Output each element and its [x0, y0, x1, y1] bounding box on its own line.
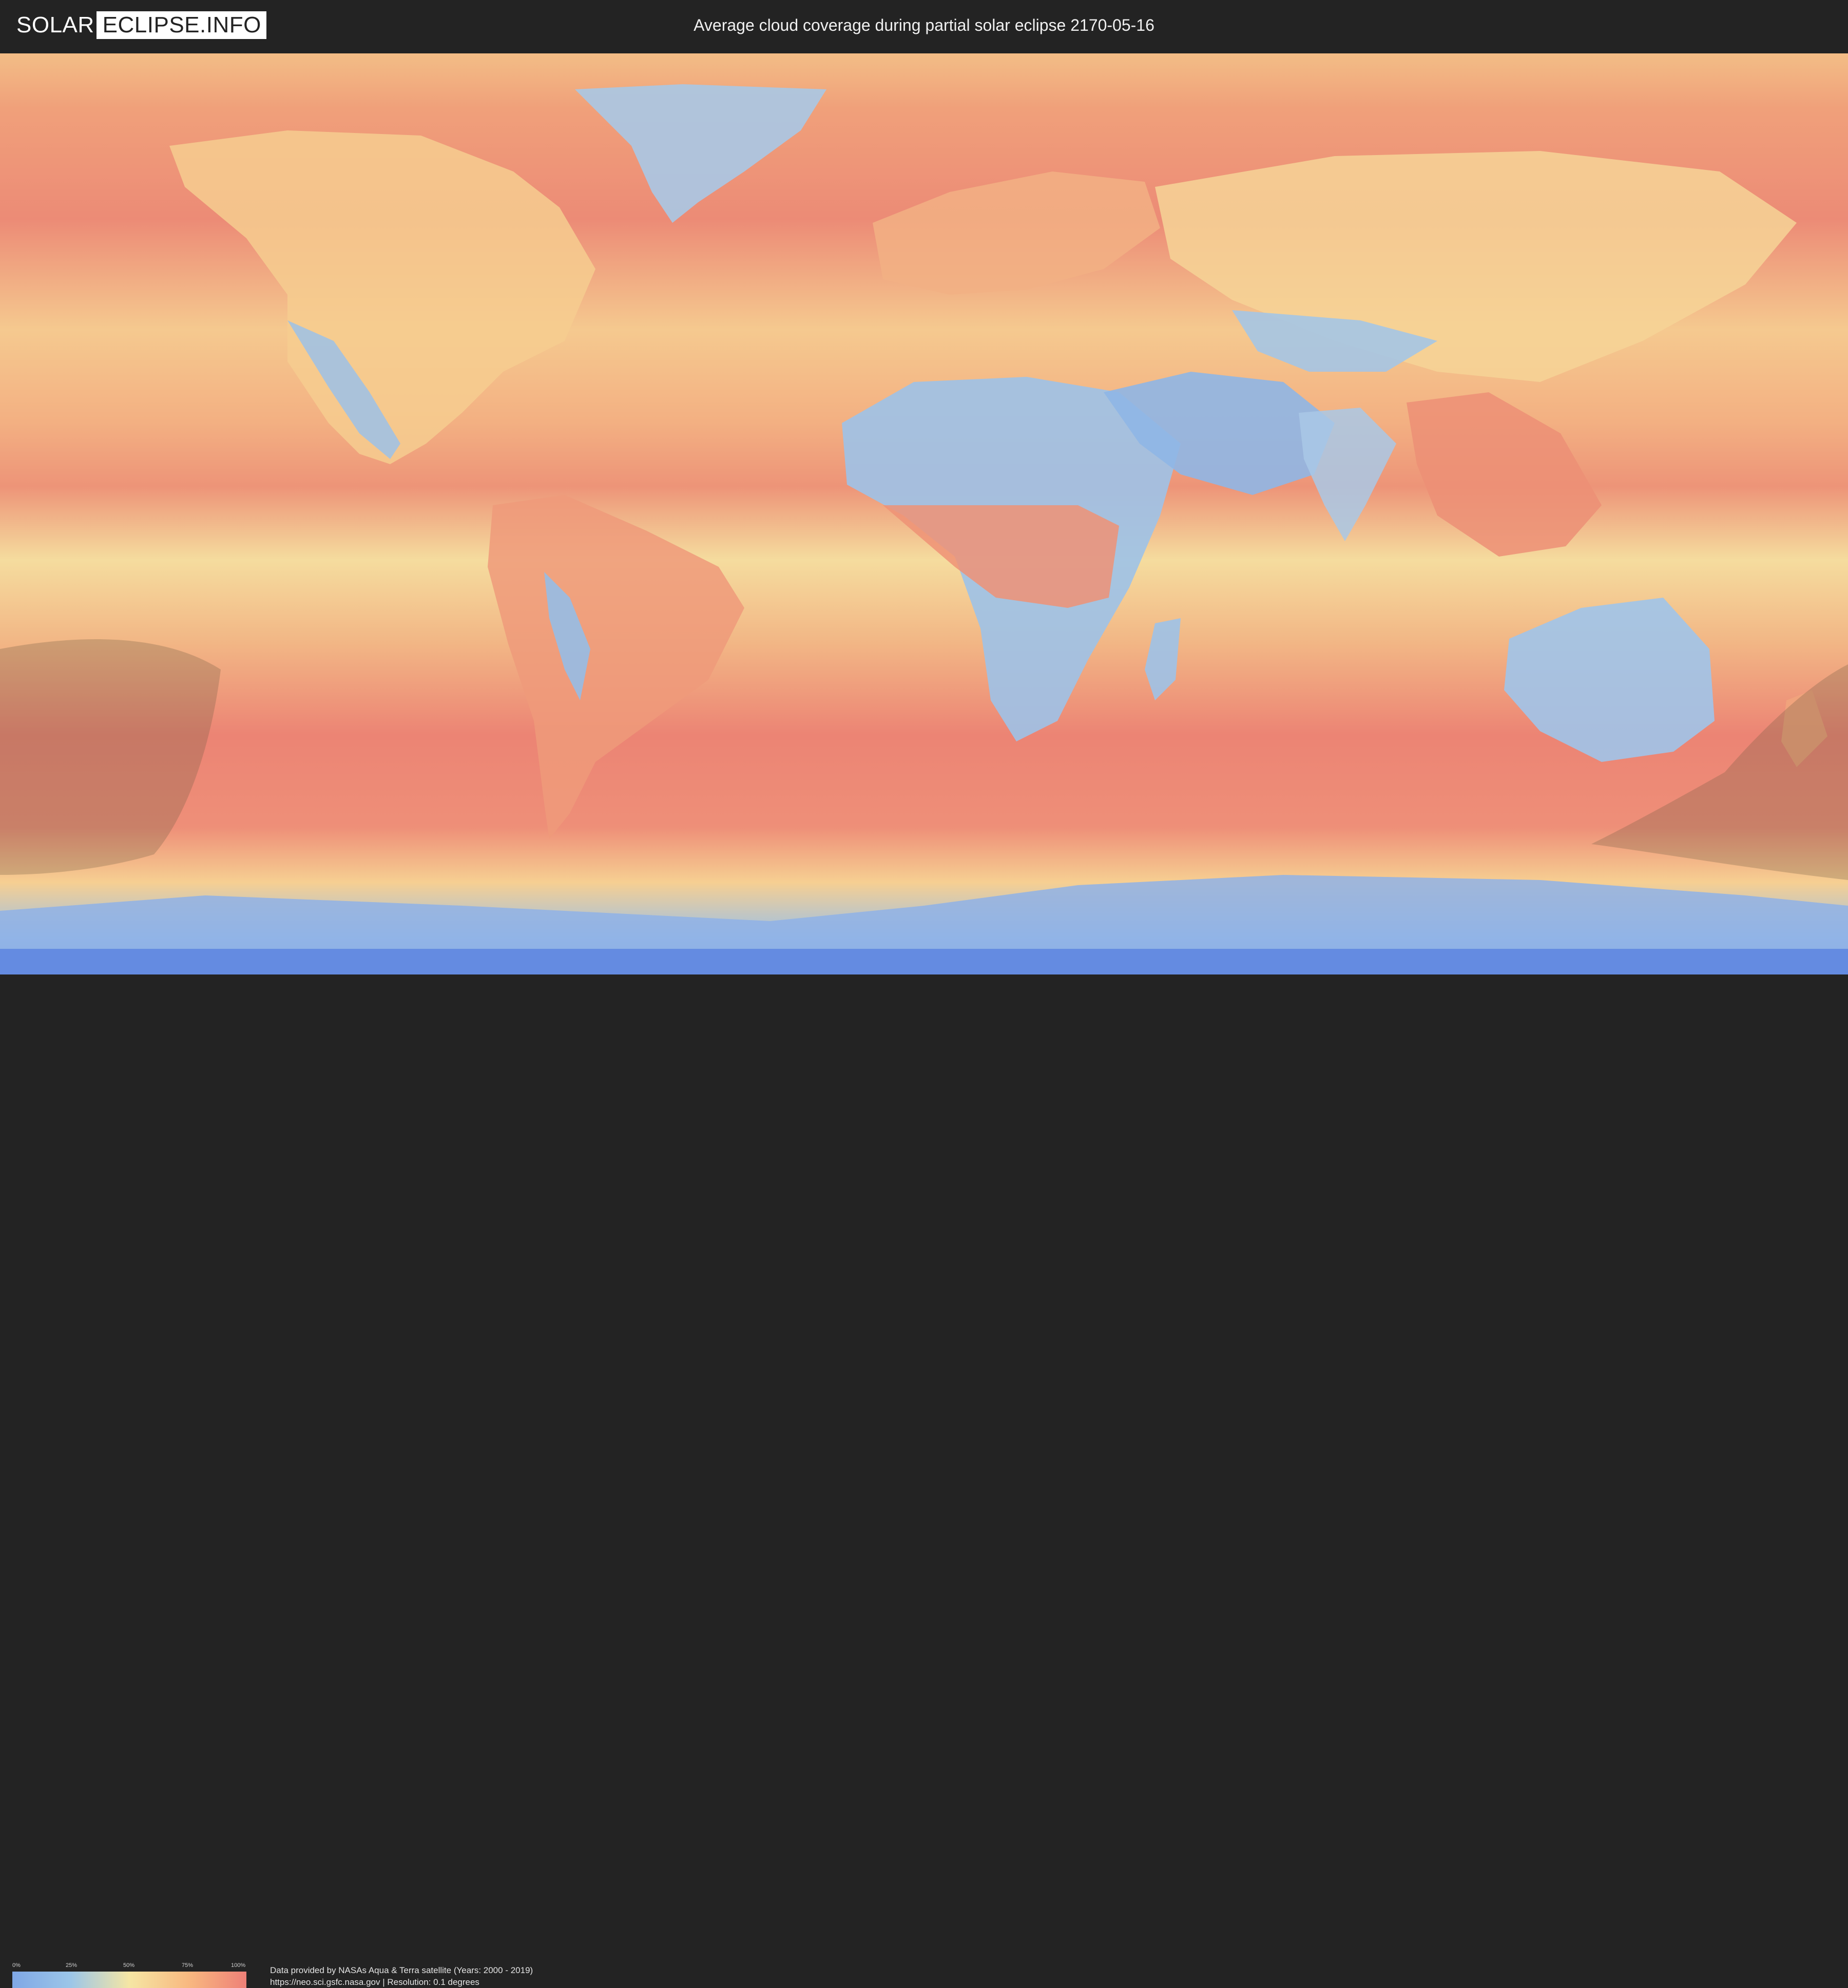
- legend-tick-0: 0%: [12, 1962, 21, 1968]
- antarctica-edge-region: [0, 949, 1848, 974]
- world-map-svg: [0, 53, 1848, 974]
- credits-line-source: Data provided by NASAs Aqua & Terra sate…: [270, 1965, 533, 1975]
- legend-tick-50: 50%: [123, 1962, 135, 1968]
- legend-tick-75: 75%: [182, 1962, 194, 1968]
- legend-tick-25: 25%: [66, 1962, 78, 1968]
- footer-bar: 0% 25% 50% 75% 100% Data provided by NAS…: [0, 974, 1848, 1988]
- legend-ticks: 0% 25% 50% 75% 100%: [12, 1962, 246, 1970]
- page-title: Average cloud coverage during partial so…: [694, 16, 1154, 34]
- header-bar: SOLAR ECLIPSE.INFO Average cloud coverag…: [0, 0, 1848, 50]
- credits-line-url[interactable]: https://neo.sci.gsfc.nasa.gov | Resoluti…: [270, 1976, 533, 1988]
- legend-color-bar: [12, 1972, 246, 1988]
- legend-tick-100: 100%: [231, 1962, 246, 1968]
- data-credits: Data provided by NASAs Aqua & Terra sate…: [270, 1964, 533, 1988]
- cloud-coverage-map[interactable]: [0, 53, 1848, 974]
